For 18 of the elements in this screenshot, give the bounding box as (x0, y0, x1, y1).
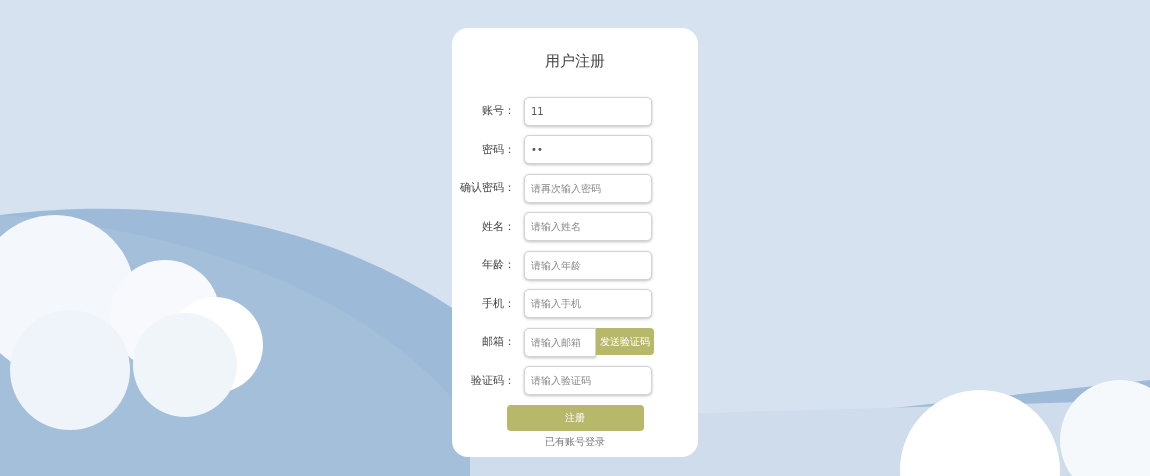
field-label: 账号： (481, 103, 516, 119)
form-title: 用户注册 (544, 51, 606, 72)
field-label: 手机： (481, 295, 516, 311)
field-label: 确认密码： (459, 180, 516, 196)
field-label: 邮箱： (481, 334, 516, 350)
input-field[interactable]: •• (524, 135, 652, 164)
input-field[interactable]: 请输入年龄 (524, 250, 652, 280)
login-link[interactable]: 已有账号登录 (452, 433, 698, 449)
field-label: 姓名： (481, 218, 516, 234)
input-field[interactable]: 请再次输入密码 (524, 173, 652, 203)
input-field[interactable]: 请输入验证码 (524, 366, 652, 395)
input-field[interactable]: 请输入姓名 (524, 212, 652, 241)
field-label: 密码： (481, 141, 516, 157)
field-label: 验证码： (470, 372, 516, 388)
field-label: 年龄： (481, 257, 516, 273)
input-field[interactable]: 请输入手机 (524, 289, 652, 318)
input-field[interactable]: 请输入邮箱 (524, 327, 596, 357)
input-field[interactable]: 11 (524, 96, 652, 126)
